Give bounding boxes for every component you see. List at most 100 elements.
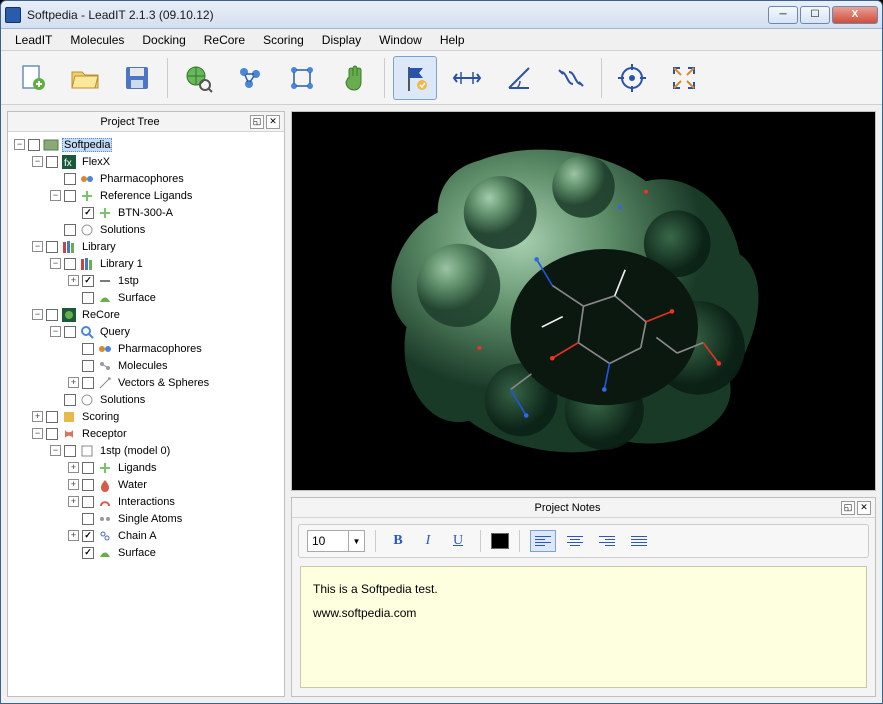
tool-torsion[interactable] (549, 56, 593, 100)
tree-checkbox[interactable] (64, 445, 76, 457)
tree-checkbox[interactable] (46, 241, 58, 253)
menu-docking[interactable]: Docking (134, 31, 193, 49)
tree-checkbox[interactable] (46, 428, 58, 440)
tree-label[interactable]: Reference Ligands (98, 190, 194, 202)
italic-button[interactable]: I (416, 530, 440, 552)
tree-label[interactable]: FlexX (80, 156, 112, 168)
expand-toggle[interactable]: − (32, 241, 43, 252)
tree-row[interactable]: Pharmacophores (10, 170, 282, 187)
tree-label[interactable]: 1stp (model 0) (98, 445, 172, 457)
tree-checkbox[interactable] (64, 258, 76, 270)
expand-toggle[interactable]: − (50, 326, 61, 337)
tool-fullscreen[interactable] (662, 56, 706, 100)
tree-row[interactable]: Surface (10, 289, 282, 306)
expand-toggle[interactable]: − (32, 156, 43, 167)
menu-display[interactable]: Display (314, 31, 369, 49)
tree-row[interactable]: + 1stp (10, 272, 282, 289)
expand-toggle[interactable]: + (68, 530, 79, 541)
align-left-button[interactable] (530, 530, 556, 552)
tree-row[interactable]: − Library 1 (10, 255, 282, 272)
notes-textarea[interactable]: This is a Softpedia test. www.softpedia.… (300, 566, 867, 688)
tree-label[interactable]: 1stp (116, 275, 141, 287)
text-color-button[interactable] (491, 533, 509, 549)
tree-row[interactable]: + Interactions (10, 493, 282, 510)
tree-row[interactable]: − 1stp (model 0) (10, 442, 282, 459)
tree-label[interactable]: BTN-300-A (116, 207, 175, 219)
tree-checkbox[interactable] (64, 394, 76, 406)
tree-checkbox[interactable] (82, 275, 94, 287)
tree-label[interactable]: Pharmacophores (116, 343, 204, 355)
tree-label[interactable]: Water (116, 479, 149, 491)
project-tree[interactable]: − Softpedia − fx FlexX Pharmacophores (8, 132, 284, 696)
tree-row-flexx[interactable]: − fx FlexX (10, 153, 282, 170)
tree-checkbox[interactable] (82, 207, 94, 219)
tree-label[interactable]: Interactions (116, 496, 177, 508)
tree-checkbox[interactable] (64, 326, 76, 338)
bold-button[interactable]: B (386, 530, 410, 552)
tree-label[interactable]: Pharmacophores (98, 173, 186, 185)
tool-flag[interactable] (393, 56, 437, 100)
tree-checkbox[interactable] (64, 190, 76, 202)
dropdown-icon[interactable]: ▼ (348, 531, 364, 551)
tree-row-recore[interactable]: − ReCore (10, 306, 282, 323)
tree-row[interactable]: + Vectors & Spheres (10, 374, 282, 391)
expand-toggle[interactable]: − (32, 428, 43, 439)
tree-checkbox[interactable] (82, 513, 94, 525)
tree-checkbox[interactable] (46, 411, 58, 423)
tree-checkbox[interactable] (82, 360, 94, 372)
tree-row-receptor[interactable]: − Receptor (10, 425, 282, 442)
tool-center[interactable] (610, 56, 654, 100)
tool-angle[interactable] (497, 56, 541, 100)
expand-toggle[interactable]: + (32, 411, 43, 422)
tree-checkbox[interactable] (82, 530, 94, 542)
tree-checkbox[interactable] (46, 156, 58, 168)
tree-label[interactable]: Molecules (116, 360, 170, 372)
tree-row[interactable]: Surface (10, 544, 282, 561)
menu-recore[interactable]: ReCore (196, 31, 253, 49)
menu-leadit[interactable]: LeadIT (7, 31, 60, 49)
tree-label[interactable]: Ligands (116, 462, 159, 474)
tree-row-scoring[interactable]: + Scoring (10, 408, 282, 425)
expand-toggle[interactable]: + (68, 496, 79, 507)
menu-window[interactable]: Window (371, 31, 430, 49)
tree-row[interactable]: − Reference Ligands (10, 187, 282, 204)
tree-row[interactable]: Single Atoms (10, 510, 282, 527)
expand-toggle[interactable]: − (50, 258, 61, 269)
align-justify-button[interactable] (626, 530, 652, 552)
tree-label[interactable]: Solutions (98, 394, 147, 406)
menu-scoring[interactable]: Scoring (255, 31, 312, 49)
tool-molecule-connect[interactable] (280, 56, 324, 100)
tree-label[interactable]: ReCore (80, 309, 122, 321)
tree-label[interactable]: Surface (116, 292, 158, 304)
tool-new-project[interactable] (11, 56, 55, 100)
tree-row[interactable]: Molecules (10, 357, 282, 374)
tree-checkbox[interactable] (82, 547, 94, 559)
tree-checkbox[interactable] (64, 173, 76, 185)
panel-float-button[interactable]: ◱ (250, 115, 264, 129)
tool-distance[interactable] (445, 56, 489, 100)
expand-toggle[interactable]: − (32, 309, 43, 320)
expand-toggle[interactable]: + (68, 377, 79, 388)
expand-toggle[interactable]: − (50, 190, 61, 201)
tree-checkbox[interactable] (82, 496, 94, 508)
titlebar[interactable]: Softpedia - LeadIT 2.1.3 (09.10.12) ─ ☐ … (1, 1, 882, 29)
tree-row[interactable]: Solutions (10, 221, 282, 238)
tree-label[interactable]: Surface (116, 547, 158, 559)
tree-checkbox[interactable] (82, 343, 94, 355)
expand-toggle[interactable]: + (68, 275, 79, 286)
tree-checkbox[interactable] (82, 377, 94, 389)
tree-checkbox[interactable] (28, 139, 40, 151)
menu-molecules[interactable]: Molecules (62, 31, 132, 49)
expand-toggle[interactable]: − (50, 445, 61, 456)
align-center-button[interactable] (562, 530, 588, 552)
close-button[interactable]: X (832, 6, 878, 24)
tree-row[interactable]: BTN-300-A (10, 204, 282, 221)
align-right-button[interactable] (594, 530, 620, 552)
panel-close-button[interactable]: ✕ (857, 501, 871, 515)
tree-label[interactable]: Scoring (80, 411, 121, 423)
tree-row[interactable]: Pharmacophores (10, 340, 282, 357)
tool-molecule-blue[interactable] (228, 56, 272, 100)
3d-viewer[interactable] (291, 111, 876, 491)
maximize-button[interactable]: ☐ (800, 6, 830, 24)
font-size-select[interactable]: 10 ▼ (307, 530, 365, 552)
